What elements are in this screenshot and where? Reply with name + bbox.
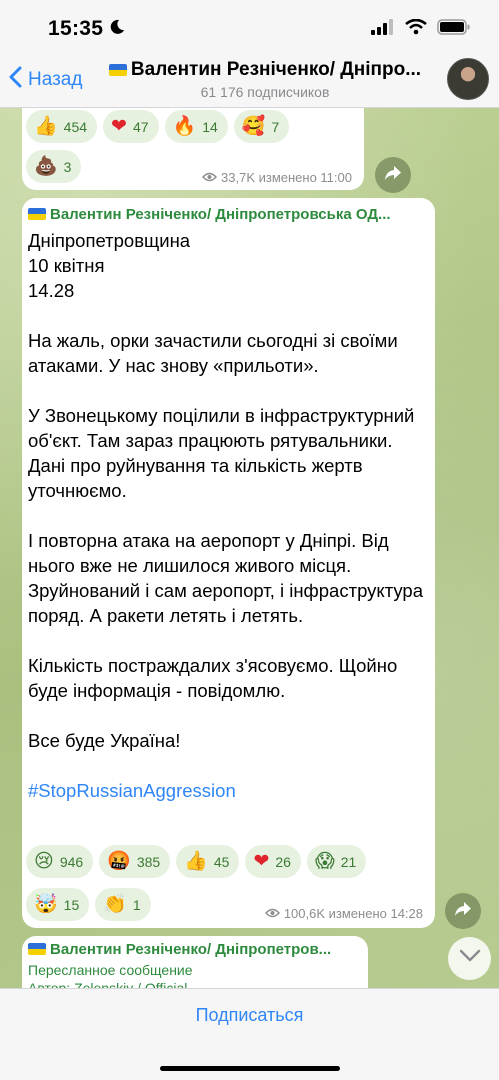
chevron-left-icon: [8, 66, 28, 94]
thumbs-up-icon: 👍: [184, 850, 208, 872]
channel-title: Валентин Резніченко/ Дніпро...: [130, 59, 422, 80]
forwarded-label: Пересланное сообщение: [28, 962, 193, 978]
text-paragraph: У Звонецькому поцілили в інфраструктурни…: [28, 405, 415, 501]
chevron-down-icon: [459, 949, 481, 968]
crying-face-icon: 😢: [34, 850, 54, 872]
reaction-count: 15: [63, 896, 80, 913]
reaction-chip[interactable]: 😱 21: [306, 845, 367, 878]
text-line: Дніпропетровщина: [28, 230, 191, 251]
reaction-chip[interactable]: 😢 946: [26, 845, 94, 878]
battery-icon: [437, 18, 471, 40]
reaction-chip[interactable]: 🤬 385: [99, 845, 171, 878]
message-bubble-2[interactable]: Валентин Резніченко/ Дніпропетровська ОД…: [22, 198, 435, 928]
eye-icon: [264, 906, 280, 921]
reaction-count: 385: [136, 853, 161, 870]
text-line: 10 квітня: [28, 255, 105, 276]
text-paragraph: Кількість постраждалих з'ясовуємо. Щойно…: [28, 655, 398, 701]
reaction-chip[interactable]: 👏 1: [95, 888, 151, 921]
back-label: Назад: [28, 69, 83, 90]
signal-icon: [371, 18, 395, 40]
message-meta: 100,6K изменено 14:28: [264, 906, 423, 921]
cursing-face-icon: 🤬: [107, 850, 131, 872]
message-bubble-3[interactable]: Валентин Резніченко/ Дніпропетров... Пер…: [22, 936, 368, 996]
reaction-chip[interactable]: 👍 454: [26, 110, 98, 143]
ukraine-flag-icon: [28, 208, 46, 220]
views-and-time: 33,7K изменено 11:00: [221, 170, 352, 185]
reaction-chip[interactable]: 💩 3: [26, 150, 82, 183]
subscribe-button[interactable]: Подписаться: [196, 1005, 304, 1026]
subscriber-count: 61 176 подписчиков: [200, 84, 330, 100]
reaction-count: 454: [63, 118, 88, 135]
scroll-down-button[interactable]: [448, 937, 491, 980]
share-arrow-icon: [454, 901, 472, 922]
reaction-count: 3: [63, 158, 72, 175]
reaction-chip[interactable]: ❤ 26: [245, 845, 301, 878]
reaction-chip[interactable]: 🔥 14: [164, 110, 228, 143]
home-indicator: [160, 1066, 340, 1071]
thumbs-up-icon: 👍: [34, 115, 58, 137]
message-sender[interactable]: Валентин Резніченко/ Дніпропетров...: [28, 941, 331, 958]
text-line: 14.28: [28, 280, 75, 301]
clapping-hands-icon: 👏: [103, 893, 127, 915]
heart-icon: ❤: [111, 115, 127, 137]
message-bubble-1[interactable]: 👍 454 ❤ 47 🔥 14 🥰 7 💩 3 33,7K изменено 11:00: [22, 108, 364, 190]
reactions-row: 👍 454 ❤ 47 🔥 14 🥰 7: [26, 110, 290, 143]
hashtag-link[interactable]: #StopRussianAggression: [28, 778, 428, 803]
share-button[interactable]: [375, 157, 411, 193]
reaction-count: 1: [132, 896, 141, 913]
smiling-hearts-icon: 🥰: [241, 115, 266, 137]
fire-icon: 🔥: [172, 115, 197, 137]
heart-icon: ❤: [253, 850, 270, 872]
ukraine-flag-icon: [108, 64, 127, 76]
status-time: 15:35: [48, 17, 104, 40]
back-button[interactable]: Назад: [8, 66, 82, 94]
chat-header: Назад Валентин Резніченко/ Дніпро... 61 …: [0, 52, 499, 108]
reaction-chip[interactable]: 👍 45: [176, 845, 240, 878]
moon-icon: [109, 19, 125, 40]
reactions-row: 🤯 15 👏 1: [26, 888, 151, 921]
reactions-row: 💩 3: [26, 150, 82, 183]
channel-avatar[interactable]: [447, 58, 489, 100]
status-bar: 15:35: [0, 0, 499, 58]
reaction-count: 26: [275, 853, 291, 870]
eye-icon: [202, 170, 217, 185]
reaction-count: 45: [213, 853, 230, 870]
message-meta: 33,7K изменено 11:00: [202, 170, 352, 185]
message-sender[interactable]: Валентин Резніченко/ Дніпропетровська ОД…: [28, 206, 391, 223]
views-and-time: 100,6K изменено 14:28: [283, 906, 423, 921]
reaction-count: 21: [340, 853, 357, 870]
reaction-count: 14: [202, 118, 218, 135]
reaction-chip[interactable]: ❤ 47: [103, 110, 159, 143]
share-button[interactable]: [445, 893, 481, 929]
text-paragraph: На жаль, орки зачастили сьогодні зі свої…: [28, 330, 398, 376]
reaction-chip[interactable]: 🥰 7: [233, 110, 290, 143]
exploding-head-icon: 🤯: [34, 893, 58, 915]
screaming-face-icon: 😱: [314, 850, 335, 872]
poop-icon: 💩: [34, 155, 58, 177]
text-paragraph: І повторна атака на аеропорт у Дніпрі. В…: [28, 530, 424, 626]
message-text: Дніпропетровщина 10 квітня 14.28 На жаль, …: [28, 228, 428, 803]
reaction-count: 47: [132, 118, 149, 135]
reaction-count: 946: [59, 853, 84, 870]
wifi-icon: [405, 18, 427, 40]
reaction-chip[interactable]: 🤯 15: [26, 888, 90, 921]
bottom-bar: Подписаться: [0, 988, 499, 1080]
channel-title-area[interactable]: Валентин Резніченко/ Дніпро... 61 176 по…: [100, 59, 430, 100]
ukraine-flag-icon: [28, 943, 46, 955]
reaction-count: 7: [271, 118, 280, 135]
share-arrow-icon: [384, 165, 402, 186]
reactions-row: 😢 946 🤬 385 👍 45 ❤ 26 😱 21: [26, 845, 367, 878]
text-paragraph: Все буде Україна!: [28, 730, 181, 751]
